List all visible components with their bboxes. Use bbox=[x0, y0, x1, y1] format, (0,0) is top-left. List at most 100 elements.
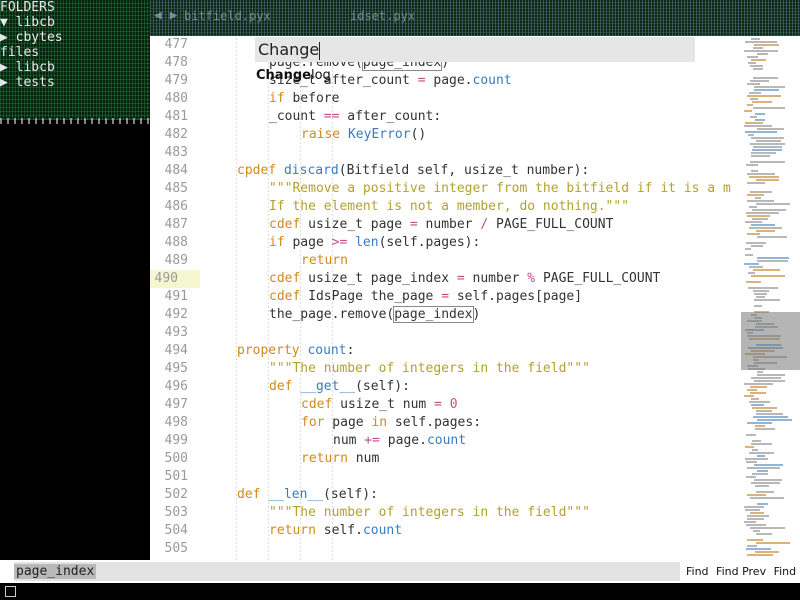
minimap-line bbox=[756, 203, 790, 205]
minimap-line bbox=[744, 50, 778, 52]
sidebar-item[interactable]: ▼ libcb bbox=[0, 15, 150, 30]
minimap-line bbox=[753, 47, 763, 49]
minimap-line bbox=[744, 125, 772, 127]
code-line[interactable]: 487 cdef usize_t page = number / PAGE_FUL… bbox=[150, 216, 740, 234]
code-line[interactable]: 493 bbox=[150, 324, 740, 342]
minimap-line bbox=[744, 506, 764, 508]
code-line[interactable]: 489 return bbox=[150, 252, 740, 270]
sidebar-empty-area bbox=[0, 125, 150, 565]
minimap-line bbox=[748, 272, 755, 274]
minimap-line bbox=[752, 407, 777, 409]
command-palette-input[interactable]: Change bbox=[255, 37, 695, 62]
minimap-line bbox=[757, 455, 765, 457]
code-line[interactable]: 483 bbox=[150, 144, 740, 162]
minimap-line bbox=[754, 479, 782, 481]
line-number: 488 bbox=[164, 235, 188, 250]
find-button[interactable]: Find bbox=[686, 565, 709, 578]
minimap-line bbox=[753, 77, 778, 79]
code-line[interactable]: 499 num += page.count bbox=[150, 432, 740, 450]
line-number: 477 bbox=[164, 37, 188, 52]
minimap-line bbox=[753, 416, 788, 418]
sidebar-item[interactable]: ▶ tests bbox=[0, 75, 150, 90]
minimap-line bbox=[755, 197, 761, 199]
minimap-line bbox=[748, 134, 754, 136]
minimap-viewport-thumb[interactable] bbox=[741, 312, 800, 370]
minimap-line bbox=[752, 218, 768, 220]
code-text: """The number of integers in the field""… bbox=[269, 361, 590, 376]
code-line[interactable]: 479 size_t after_count = page.count bbox=[150, 72, 740, 90]
minimap-line bbox=[750, 386, 767, 388]
minimap-line bbox=[747, 545, 757, 547]
palette-result-match: Change bbox=[256, 68, 311, 83]
minimap-line bbox=[747, 233, 760, 235]
minimap-line bbox=[756, 179, 779, 181]
minimap-line bbox=[752, 449, 758, 451]
tab-bar: ◀ ▶ bitfield.pyx idset.pyx bbox=[150, 0, 800, 36]
code-line[interactable]: 484 cpdef discard(Bitfield self, usize_t … bbox=[150, 162, 740, 180]
line-number: 504 bbox=[164, 523, 188, 538]
code-line[interactable]: 491 cdef IdsPage the_page = self.pages[pa… bbox=[150, 288, 740, 306]
minimap-line bbox=[747, 389, 757, 391]
minimap-line bbox=[757, 374, 785, 376]
code-line[interactable]: 501 bbox=[150, 468, 740, 486]
line-number: 494 bbox=[164, 343, 188, 358]
tab-nav-arrows-icon[interactable]: ◀ ▶ bbox=[154, 8, 177, 23]
line-number: 493 bbox=[164, 325, 188, 340]
code-line[interactable]: 497 cdef usize_t num = 0 bbox=[150, 396, 740, 414]
minimap-line bbox=[756, 230, 775, 232]
minimap-line bbox=[756, 410, 772, 412]
code-line[interactable]: 496 def __get__(self): bbox=[150, 378, 740, 396]
code-line[interactable]: 494 property count: bbox=[150, 342, 740, 360]
code-line[interactable]: 485 """Remove a positive integer from the… bbox=[150, 180, 740, 198]
minimap-line bbox=[750, 191, 772, 193]
sidebar-item[interactable]: ▶ cbytes bbox=[0, 30, 150, 45]
code-line[interactable]: 488 if page >= len(self.pages): bbox=[150, 234, 740, 252]
code-line[interactable]: 486 If the element is not a member, do no… bbox=[150, 198, 740, 216]
minimap-line bbox=[747, 518, 764, 520]
panel-toggle-icon[interactable] bbox=[5, 586, 16, 597]
code-line[interactable]: 503 """The number of integers in the fiel… bbox=[150, 504, 740, 522]
code-line[interactable]: 492 the_page.remove(page_index) bbox=[150, 306, 740, 324]
code-line[interactable]: 495 """The number of integers in the fiel… bbox=[150, 360, 740, 378]
minimap-line bbox=[751, 377, 781, 379]
code-text: cpdef discard(Bitfield self, usize_t num… bbox=[237, 163, 590, 178]
palette-result-rest: log bbox=[310, 68, 331, 83]
minimap[interactable] bbox=[740, 36, 800, 560]
minimap-line bbox=[752, 209, 786, 211]
minimap-line bbox=[754, 293, 767, 295]
find-prev-button[interactable]: Find Prev bbox=[716, 565, 766, 578]
find-input[interactable]: page_index bbox=[14, 562, 680, 581]
sidebar-item[interactable]: files bbox=[0, 45, 150, 60]
code-line[interactable]: 480 if before bbox=[150, 90, 740, 108]
palette-result-changelog[interactable]: Changelog bbox=[256, 68, 331, 83]
minimap-line bbox=[757, 419, 792, 421]
line-number: 502 bbox=[164, 487, 188, 502]
code-line[interactable]: 498 for page in self.pages: bbox=[150, 414, 740, 432]
sidebar-divider bbox=[0, 118, 150, 124]
code-line[interactable]: 502 def __len__(self): bbox=[150, 486, 740, 504]
code-text: if page >= len(self.pages): bbox=[269, 235, 481, 250]
minimap-line bbox=[752, 149, 782, 151]
line-number: 499 bbox=[164, 433, 188, 448]
sidebar-item[interactable]: FOLDERS bbox=[0, 0, 150, 15]
code-line[interactable]: 500 return num bbox=[150, 450, 740, 468]
code-line[interactable]: 490 cdef usize_t page_index = number % PA… bbox=[150, 270, 740, 288]
tab-bitfield[interactable]: bitfield.pyx bbox=[184, 9, 271, 23]
minimap-line bbox=[750, 512, 764, 514]
code-line[interactable]: 481 _count == after_count: bbox=[150, 108, 740, 126]
minimap-line bbox=[751, 38, 760, 40]
minimap-line bbox=[756, 533, 772, 535]
sidebar-item[interactable]: ▶ libcb bbox=[0, 60, 150, 75]
code-text: def __len__(self): bbox=[237, 487, 378, 502]
code-line[interactable]: 482 raise KeyError() bbox=[150, 126, 740, 144]
code-text: return self.count bbox=[269, 523, 403, 538]
minimap-line bbox=[745, 509, 760, 511]
minimap-line bbox=[747, 173, 775, 175]
minimap-line bbox=[751, 398, 759, 400]
minimap-line bbox=[747, 515, 769, 517]
code-editor[interactable]: 477 478 page.remove(page_index) 479 size_t a… bbox=[150, 36, 740, 560]
code-line[interactable]: 504 return self.count bbox=[150, 522, 740, 540]
code-line[interactable]: 505 bbox=[150, 540, 740, 558]
tab-idset[interactable]: idset.pyx bbox=[350, 9, 415, 23]
minimap-line bbox=[753, 146, 782, 148]
